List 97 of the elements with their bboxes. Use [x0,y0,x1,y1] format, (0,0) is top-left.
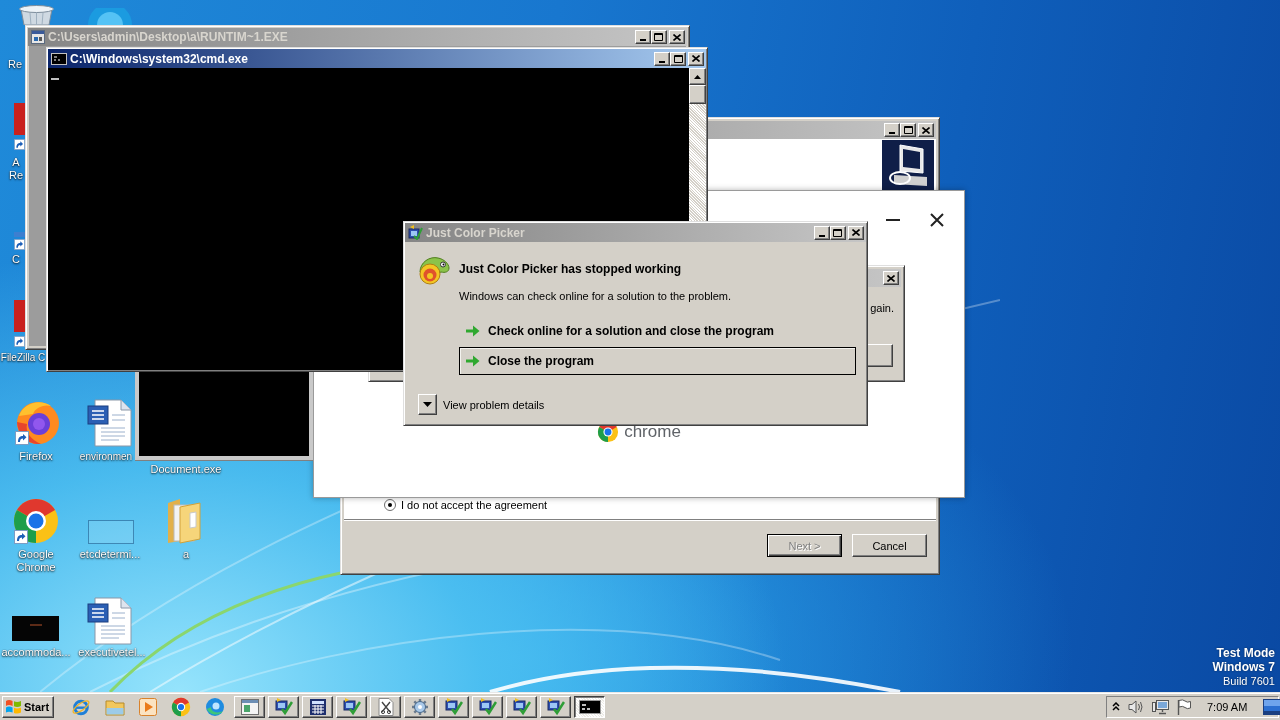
up-arrow-icon [694,74,701,79]
dialog-heading: Just Color Picker has stopped working [459,262,682,276]
monitor-check-icon [342,697,361,716]
console-icon [578,699,601,714]
file-thumbnail-icon[interactable] [12,616,59,641]
maximize-icon [654,33,664,41]
icon-label: a [182,548,190,561]
show-desktop-icon[interactable] [1263,698,1280,715]
icon-label: accommoda... [1,646,71,659]
monitor-check-icon [274,697,293,716]
chevron-up-icon[interactable] [1112,702,1120,711]
details-toggle-button[interactable] [418,394,437,415]
flag-icon[interactable] [1177,698,1191,715]
start-button[interactable]: Start [2,695,54,718]
scroll-thumb[interactable] [689,85,706,104]
details-label[interactable]: View problem details [443,398,545,411]
chameleon-icon [416,254,450,286]
arrow-icon [466,325,480,337]
maximize-button[interactable] [670,51,686,66]
maximize-icon [673,54,683,63]
scissors-icon [377,697,394,716]
icon-label: Document.exe [150,463,222,476]
app-icon [408,225,423,240]
monitor-check-icon [512,697,531,716]
network-icon[interactable] [1152,698,1169,715]
minimize-button[interactable] [814,225,830,240]
gear-icon [410,697,429,716]
system-notice-text: Test Mode [1216,646,1275,660]
monitor-check-icon [444,697,463,716]
command-link[interactable]: Close the program [459,347,856,375]
window-title: C:\Windows\system32\cmd.exe [70,51,248,66]
system-notice-text: Windows 7 [1212,660,1275,674]
trash-icon[interactable] [18,5,55,25]
icon-label: executivetel... [78,646,146,659]
browser-icon[interactable] [205,696,225,717]
icon-label: etcdetermi... [79,548,141,561]
clock[interactable]: 7:09 AM [1207,700,1248,713]
dialog-button[interactable]: Cancel [852,534,927,557]
app-shortcut-icon[interactable] [14,300,25,350]
window-title: Just Color Picker [426,225,525,240]
maximize-button[interactable] [900,123,916,137]
browser-icon[interactable] [171,696,191,717]
monitor-check-icon [546,697,565,716]
minimize-icon [889,132,895,134]
file-thumbnail-icon[interactable] [88,520,134,544]
minimize-icon [659,60,665,63]
dialog-message: Windows can check online for a solution to the problem. [459,290,732,303]
minimize-icon [640,39,646,41]
text-cursor-icon [51,78,59,80]
maximize-icon [833,228,843,237]
speaker-icon[interactable] [1128,698,1144,715]
dialog-text: gain. [870,302,894,314]
icon-label: A Re [8,156,24,182]
calculator-icon [308,697,327,716]
caret-down-icon [423,402,432,407]
minimize-button[interactable] [654,51,670,66]
document-icon[interactable] [87,597,135,645]
document-icon[interactable] [87,399,135,447]
dialog-button[interactable] [868,344,893,367]
maximize-icon [903,126,913,134]
close-button[interactable] [688,51,704,66]
close-icon [887,274,895,282]
minimize-icon [819,234,825,237]
taskbar-button[interactable] [574,695,605,718]
app-icon [31,30,45,44]
close-button[interactable] [848,225,864,240]
browser-icon[interactable] [12,497,60,545]
window-title: C:\Users\admin\Desktop\a\RUNTIM~1.EXE [48,30,288,44]
scroll-up-button[interactable] [689,68,706,85]
icon-label: C [12,253,20,266]
icon-label: FileZilla C [0,351,46,364]
radio-label[interactable]: I do not accept the agreement [401,499,548,511]
shortcut-icon[interactable] [14,232,25,250]
console-icon [51,52,67,65]
close-icon [692,55,700,62]
close-icon [922,126,930,134]
radio-button[interactable] [384,499,396,511]
minimize-button[interactable] [635,30,651,44]
close-icon [673,33,681,41]
app-shortcut-icon[interactable] [14,103,25,153]
window-icon [240,698,259,715]
close-icon[interactable] [930,213,944,227]
icon-label: Firefox [19,450,53,463]
system-notice-text: Build 7601 [1223,674,1275,689]
close-button[interactable] [883,271,899,285]
close-icon [852,229,860,236]
minimize-button[interactable] [884,123,900,137]
arrow-icon [466,355,480,367]
flag-logo-icon [5,699,22,714]
close-button[interactable] [918,123,934,137]
command-link[interactable]: Check online for a solution and close the program [459,317,856,345]
icon-label: environmen [79,450,133,463]
close-button[interactable] [669,30,685,44]
icon-label: Google Chrome [16,548,56,574]
monitor-check-icon [478,697,497,716]
icon-label: Re [7,58,23,71]
wordmark-text: chrome [624,422,681,442]
